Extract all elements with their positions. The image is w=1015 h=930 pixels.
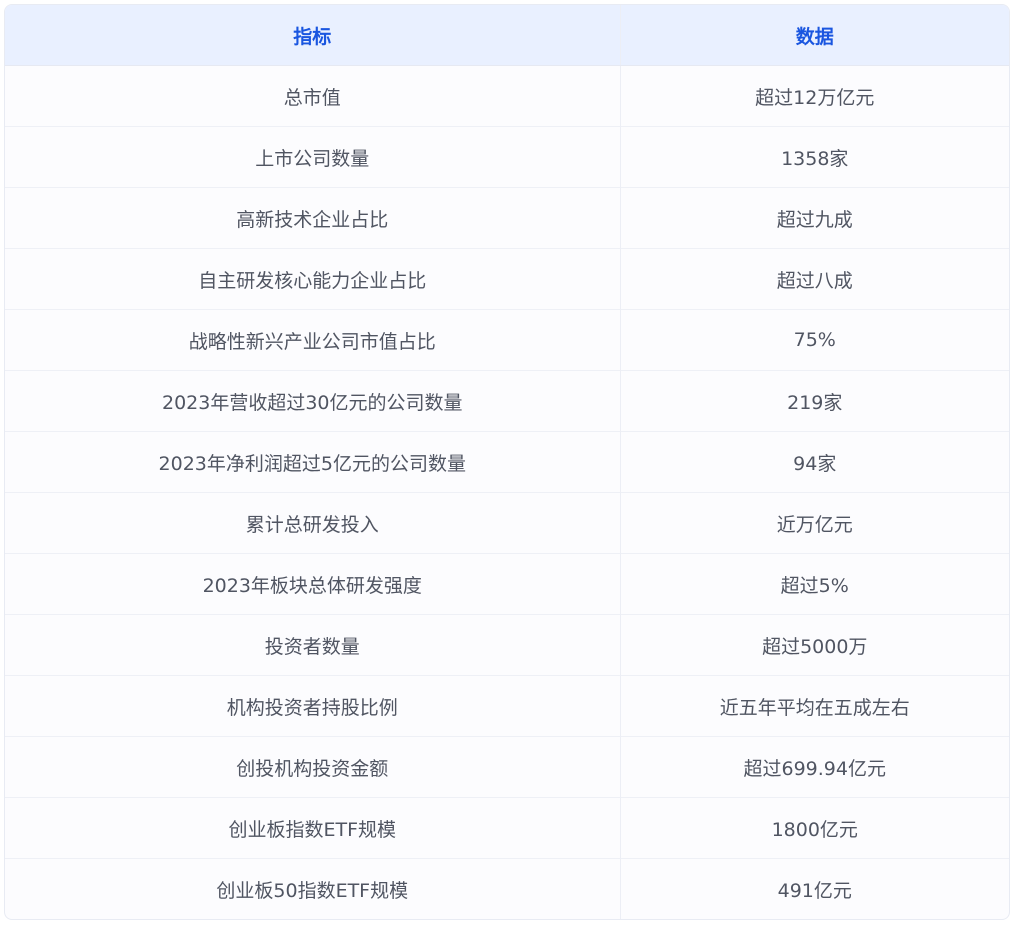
indicator-cell: 创业板指数ETF规模	[5, 797, 620, 859]
table-header-row: 指标 数据	[5, 5, 1009, 66]
indicator-cell: 上市公司数量	[5, 126, 620, 188]
value-cell: 超过699.94亿元	[619, 736, 1009, 798]
data-table: 指标 数据 总市值 超过12万亿元 上市公司数量 1358家 高新技术企业占比 …	[5, 5, 1009, 919]
table-row: 自主研发核心能力企业占比 超过八成	[5, 248, 1009, 310]
indicator-cell: 2023年净利润超过5亿元的公司数量	[5, 431, 620, 493]
table-row: 创投机构投资金额 超过699.94亿元	[5, 736, 1009, 798]
table-row: 高新技术企业占比 超过九成	[5, 187, 1009, 249]
value-cell: 1800亿元	[619, 797, 1009, 859]
value-cell: 近万亿元	[619, 492, 1009, 554]
value-cell: 94家	[619, 431, 1009, 493]
value-cell: 491亿元	[619, 858, 1009, 919]
table-row: 创业板指数ETF规模 1800亿元	[5, 797, 1009, 859]
value-cell: 超过九成	[619, 187, 1009, 249]
value-cell: 近五年平均在五成左右	[619, 675, 1009, 737]
indicator-cell: 投资者数量	[5, 614, 620, 676]
table-row: 上市公司数量 1358家	[5, 126, 1009, 188]
indicator-cell: 2023年营收超过30亿元的公司数量	[5, 370, 620, 432]
table-row: 机构投资者持股比例 近五年平均在五成左右	[5, 675, 1009, 737]
indicator-cell: 创业板50指数ETF规模	[5, 858, 620, 919]
indicator-cell: 机构投资者持股比例	[5, 675, 620, 737]
indicator-cell: 创投机构投资金额	[5, 736, 620, 798]
indicator-cell: 累计总研发投入	[5, 492, 620, 554]
value-cell: 75%	[619, 309, 1009, 371]
table-row: 投资者数量 超过5000万	[5, 614, 1009, 676]
value-cell: 超过5000万	[619, 614, 1009, 676]
table-row: 2023年营收超过30亿元的公司数量 219家	[5, 370, 1009, 432]
table-row: 战略性新兴产业公司市值占比 75%	[5, 309, 1009, 371]
table-row: 创业板50指数ETF规模 491亿元	[5, 858, 1009, 919]
header-data: 数据	[619, 5, 1009, 66]
value-cell: 219家	[619, 370, 1009, 432]
value-cell: 超过八成	[619, 248, 1009, 310]
table-row: 2023年净利润超过5亿元的公司数量 94家	[5, 431, 1009, 493]
data-table-container: 指标 数据 总市值 超过12万亿元 上市公司数量 1358家 高新技术企业占比 …	[4, 4, 1010, 920]
indicator-cell: 自主研发核心能力企业占比	[5, 248, 620, 310]
indicator-cell: 2023年板块总体研发强度	[5, 553, 620, 615]
value-cell: 超过12万亿元	[619, 65, 1009, 127]
indicator-cell: 战略性新兴产业公司市值占比	[5, 309, 620, 371]
value-cell: 1358家	[619, 126, 1009, 188]
table-row: 累计总研发投入 近万亿元	[5, 492, 1009, 554]
value-cell: 超过5%	[619, 553, 1009, 615]
table-row: 总市值 超过12万亿元	[5, 65, 1009, 127]
indicator-cell: 高新技术企业占比	[5, 187, 620, 249]
header-indicator: 指标	[5, 5, 620, 66]
indicator-cell: 总市值	[283, 86, 341, 109]
table-row: 2023年板块总体研发强度 超过5%	[5, 553, 1009, 615]
